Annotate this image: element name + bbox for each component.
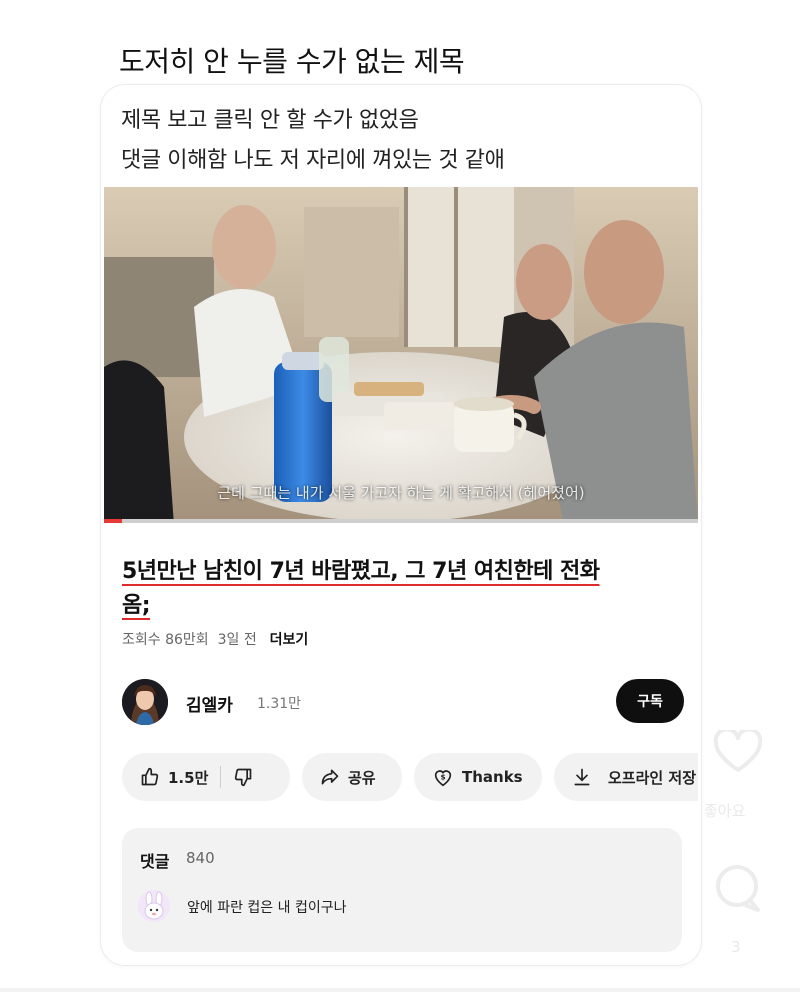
video-title-part-1: 5년만난 남친이 7년 바람폈고, 그 7년 여친한테 전화 <box>122 559 600 584</box>
thanks-icon: $ <box>432 766 454 788</box>
bottom-divider <box>0 988 800 992</box>
more-link[interactable]: 더보기 <box>270 632 309 648</box>
caption-line-2: 댓글 이해함 나도 저 자리에 껴있는 것 같애 <box>121 148 505 173</box>
channel-row: 김엘카 1.31만 구독 <box>122 679 686 725</box>
share-button[interactable]: 공유 <box>302 753 402 801</box>
top-comment-text: 앞에 파란 컵은 내 컵이구나 <box>187 900 347 916</box>
like-label: 좋아요 <box>704 802 746 820</box>
comments-section[interactable]: 댓글 840 앞에 파란 컵은 내 컵이구나 <box>122 828 682 952</box>
download-label: 오프라인 저장 <box>608 768 697 787</box>
channel-name[interactable]: 김엘카 <box>186 691 233 716</box>
download-button[interactable]: 오프라인 저장 <box>554 753 698 801</box>
subscriber-count: 1.31만 <box>257 696 302 712</box>
like-dislike-pill: 1.5만 <box>122 753 290 801</box>
comment-count: 3 <box>731 938 741 956</box>
action-bar: 1.5만 공유 $ Thanks 오프라인 저장 <box>122 753 698 803</box>
share-icon <box>320 767 340 787</box>
upload-age: 3일 전 <box>217 632 257 648</box>
heart-icon[interactable] <box>712 727 764 774</box>
post-title: 도저히 안 누를 수가 없는 제목 <box>119 45 465 78</box>
video-frame <box>104 187 698 525</box>
video-title-part-2: 옴; <box>122 593 151 618</box>
shared-screenshot-card: 제목 보고 클릭 안 할 수가 없었음 댓글 이해함 나도 저 자리에 껴있는 … <box>101 85 701 965</box>
channel-avatar[interactable] <box>122 679 168 725</box>
thanks-label: Thanks <box>462 768 523 786</box>
video-title[interactable]: 5년만난 남친이 7년 바람폈고, 그 7년 여친한테 전화옴; <box>122 555 682 623</box>
video-subtitle: 근데 그때는 내가 서울 가고자 하는 게 확고해서 (헤어졌어) <box>217 484 585 502</box>
commenter-avatar <box>138 890 170 922</box>
view-count: 조회수 86만회 <box>122 632 209 648</box>
subscribe-button[interactable]: 구독 <box>616 679 684 723</box>
video-meta: 조회수 86만회 3일 전 더보기 <box>122 629 308 649</box>
comments-label: 댓글 <box>140 852 170 871</box>
like-count[interactable]: 1.5만 <box>168 767 208 788</box>
like-divider <box>220 766 222 788</box>
thumbs-up-icon[interactable] <box>140 767 160 787</box>
video-player[interactable]: 근데 그때는 내가 서울 가고자 하는 게 확고해서 (헤어졌어) <box>104 187 698 525</box>
bunny-avatar-image <box>138 890 170 922</box>
comments-count: 840 <box>186 849 215 867</box>
svg-text:$: $ <box>440 772 445 781</box>
share-label: 공유 <box>348 768 376 787</box>
channel-avatar-image <box>122 679 168 725</box>
thanks-button[interactable]: $ Thanks <box>414 753 542 801</box>
caption: 제목 보고 클릭 안 할 수가 없었음 댓글 이해함 나도 저 자리에 껴있는 … <box>121 101 505 181</box>
thumbs-down-icon[interactable] <box>233 767 253 787</box>
video-info-panel: 5년만난 남친이 7년 바람폈고, 그 7년 여친한테 전화옴; 조회수 86만… <box>104 523 698 965</box>
caption-line-1: 제목 보고 클릭 안 할 수가 없었음 <box>121 108 419 133</box>
download-icon <box>572 767 592 787</box>
comment-bubble-icon[interactable] <box>712 862 764 916</box>
